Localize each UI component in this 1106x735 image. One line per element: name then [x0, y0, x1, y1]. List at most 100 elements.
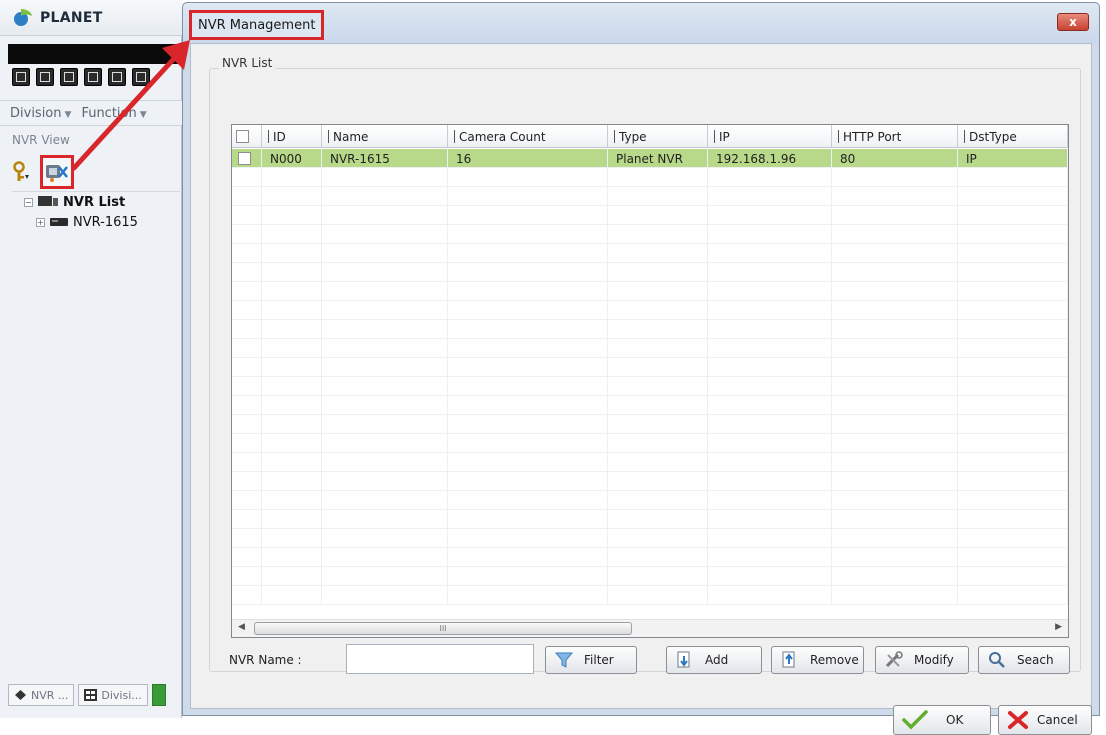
empty-table-row: [232, 586, 1068, 605]
bottom-tab-strip: NVR ... Divisi...: [8, 684, 182, 708]
horizontal-scrollbar[interactable]: ◀ III ▶: [232, 619, 1068, 637]
cell-camera-count: [448, 301, 608, 320]
select-all-checkbox[interactable]: [236, 130, 249, 143]
empty-table-row: [232, 187, 1068, 206]
filter-button[interactable]: Filter: [545, 646, 637, 674]
layout-3x3-button[interactable]: [60, 68, 78, 86]
layout-4x4-button[interactable]: [84, 68, 102, 86]
key-icon[interactable]: [12, 160, 30, 183]
collapse-icon[interactable]: −: [24, 197, 33, 207]
column-header-http-port[interactable]: HTTP Port: [832, 125, 958, 148]
nvr-management-dialog: NVR Management x NVR List ID Name Camera…: [182, 2, 1100, 735]
remove-button[interactable]: Remove: [771, 646, 864, 674]
search-button[interactable]: Seach: [978, 646, 1070, 674]
modify-button[interactable]: Modify: [875, 646, 969, 674]
cell-ip: [708, 263, 832, 282]
cell-id: [262, 358, 322, 377]
cell-name: [322, 586, 448, 605]
cell-http-port: [832, 225, 958, 244]
dialog-body: NVR List ID Name Camera Count Type IP HT…: [190, 43, 1092, 735]
column-header-id[interactable]: ID: [262, 125, 322, 148]
layout-5x5-button[interactable]: [108, 68, 126, 86]
column-header-name[interactable]: Name: [322, 125, 448, 148]
panel-label: NVR View: [12, 133, 70, 147]
layout-1x1-button[interactable]: [12, 68, 30, 86]
cell-ip: [708, 453, 832, 472]
row-select-cell: [232, 168, 262, 187]
cell-id: [262, 396, 322, 415]
scroll-left-icon[interactable]: ◀: [238, 622, 245, 632]
column-header-type[interactable]: Type: [608, 125, 708, 148]
nvr-device-icon: [50, 218, 68, 226]
cell-camera-count: [448, 206, 608, 225]
cell-dsttype: [958, 548, 1068, 567]
remove-icon: [782, 651, 795, 668]
cell-name: [322, 358, 448, 377]
nvr-management-button[interactable]: [40, 154, 74, 189]
column-header-dsttype[interactable]: DstType: [958, 125, 1068, 148]
nvr-table: ID Name Camera Count Type IP HTTP Port D…: [231, 124, 1069, 638]
cell-camera-count: [448, 510, 608, 529]
cell-name: [322, 434, 448, 453]
cell-ip: 192.168.1.96: [708, 149, 832, 168]
cell-id: [262, 434, 322, 453]
cell-name: [322, 472, 448, 491]
nvr-tab-icon: [15, 690, 26, 700]
nvr-name-input[interactable]: [346, 644, 534, 674]
cell-ip: [708, 434, 832, 453]
row-checkbox[interactable]: [238, 152, 251, 165]
row-select-cell: [232, 301, 262, 320]
row-select-cell: [232, 529, 262, 548]
cell-dsttype: [958, 358, 1068, 377]
layout-2x2-button[interactable]: [36, 68, 54, 86]
cell-ip: [708, 377, 832, 396]
row-select-cell: [232, 339, 262, 358]
ok-button[interactable]: OK: [893, 705, 991, 735]
row-select-cell: [232, 225, 262, 244]
tree-node-nvr-list[interactable]: − NVR List: [24, 192, 138, 212]
cell-camera-count: [448, 358, 608, 377]
tab-nvr[interactable]: NVR ...: [8, 684, 75, 706]
cell-type: [608, 358, 708, 377]
cell-dsttype: [958, 320, 1068, 339]
row-select-cell: [232, 206, 262, 225]
scroll-right-icon[interactable]: ▶: [1055, 622, 1062, 632]
search-icon: [989, 652, 1005, 668]
cell-id: [262, 301, 322, 320]
app-title-bar: PLANET: [0, 0, 182, 36]
layout-6x6-button[interactable]: [132, 68, 150, 86]
add-button[interactable]: Add: [666, 646, 762, 674]
cell-ip: [708, 586, 832, 605]
column-header-ip[interactable]: IP: [708, 125, 832, 148]
cell-http-port: [832, 586, 958, 605]
cell-dsttype: [958, 187, 1068, 206]
nvr-list-group-label: NVR List: [219, 56, 276, 70]
scrollbar-thumb[interactable]: III: [254, 622, 632, 635]
empty-table-row: [232, 548, 1068, 567]
cancel-button[interactable]: Cancel: [998, 705, 1092, 735]
cell-id: [262, 510, 322, 529]
cell-id: [262, 453, 322, 472]
expand-icon[interactable]: +: [36, 217, 45, 227]
tab-more[interactable]: [151, 684, 166, 706]
tab-division[interactable]: Divisi...: [78, 684, 148, 706]
table-row[interactable]: N000 NVR-1615 16 Planet NVR 192.168.1.96 80 IP: [232, 149, 1068, 168]
dialog-title: NVR Management: [189, 10, 325, 40]
menu-division[interactable]: Division ▼: [10, 106, 71, 121]
dialog-title-bar[interactable]: NVR Management x: [183, 3, 1099, 43]
nvr-name-label: NVR Name :: [229, 653, 302, 667]
cell-name: [322, 320, 448, 339]
cell-dsttype: [958, 244, 1068, 263]
menu-function[interactable]: Function ▼: [81, 106, 146, 121]
cell-ip: [708, 187, 832, 206]
cell-name: [322, 282, 448, 301]
close-button[interactable]: x: [1057, 13, 1089, 31]
cell-name: [322, 377, 448, 396]
tree-node-nvr-1615[interactable]: + NVR-1615: [24, 212, 138, 232]
row-select-cell: [232, 567, 262, 586]
cell-type: [608, 206, 708, 225]
cell-camera-count: 16: [448, 149, 608, 168]
empty-table-row: [232, 206, 1068, 225]
column-header-camera-count[interactable]: Camera Count: [448, 125, 608, 148]
cell-type: [608, 320, 708, 339]
